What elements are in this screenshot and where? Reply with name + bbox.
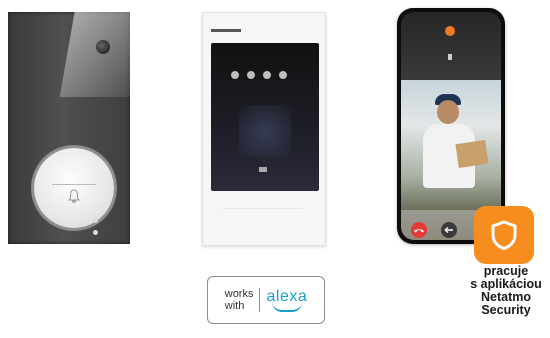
- monitor-screen-icon: [279, 71, 287, 79]
- alexa-smile-icon: [271, 302, 302, 312]
- works-with-line: with: [224, 300, 245, 312]
- indoor-monitor: [202, 12, 326, 246]
- works-with-line: works: [224, 288, 254, 300]
- decline-call-icon[interactable]: [411, 222, 427, 238]
- monitor-screen-glow: [239, 105, 291, 157]
- parcel: [455, 140, 489, 168]
- answer-call-icon[interactable]: [441, 222, 457, 238]
- courier-head: [437, 100, 459, 124]
- doorbell-camera: [96, 40, 110, 54]
- monitor-screen-icon: [263, 71, 271, 79]
- netatmo-caption: pracuje s aplikáciou Netatmo Security: [462, 265, 550, 317]
- doorbell-button: [34, 148, 114, 228]
- doorbell-led-dot: [93, 230, 98, 235]
- works-with-text: works with: [225, 288, 261, 312]
- phone-indicator: [448, 54, 452, 60]
- monitor-screen: [211, 43, 319, 191]
- doorbell-led-dot: [93, 218, 98, 223]
- bell-icon: [65, 188, 83, 206]
- shield-icon: [491, 220, 517, 250]
- alexa-logo: alexa: [260, 288, 307, 312]
- works-with-alexa-badge: works with alexa: [207, 276, 325, 324]
- doorbell-gloss: [59, 12, 130, 97]
- monitor-logo-bar: [211, 29, 241, 32]
- monitor-screen-icon: [247, 71, 255, 79]
- phone-status-dot: [445, 26, 455, 36]
- video-doorbell: [8, 12, 130, 244]
- monitor-screen-icon: [231, 71, 239, 79]
- netatmo-security-app-icon: [474, 206, 534, 264]
- doorbell-button-divider: [52, 184, 96, 185]
- monitor-divider: [223, 208, 303, 209]
- monitor-screen-button: [259, 167, 267, 172]
- netatmo-caption-line: Security: [481, 303, 531, 317]
